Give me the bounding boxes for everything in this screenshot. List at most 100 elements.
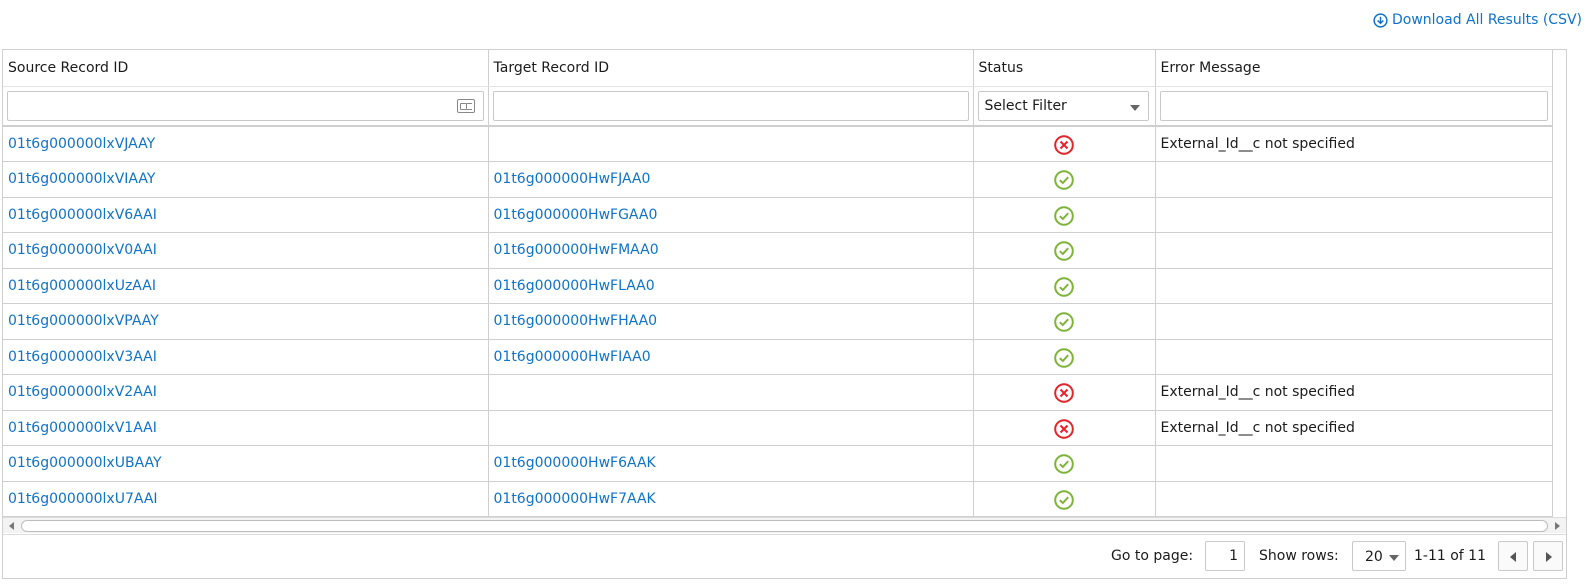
results-grid: Source Record ID Target Record ID Status… [2,49,1567,579]
table-row: 01t6g000000lxU7AAI 01t6g000000HwF7AAK [3,481,1553,517]
filter-cell-source [3,86,489,127]
error-x-circle-icon [1053,135,1075,155]
pagination-bar: Go to page: 1 Show rows: 20 1-11 of 11 [3,534,1566,578]
table-row: 01t6g000000lxV1AAI External_Id__c not spe… [3,410,1553,446]
error-x-circle-icon [1053,383,1075,404]
goto-page-label: Go to page: [1111,548,1194,564]
target-record-link[interactable]: 01t6g000000HwFGAA0 [488,197,974,233]
error-message-cell: External_Id__c not specified [1155,374,1553,411]
filter-row: Select Filter [3,86,1553,127]
status-cell [973,197,1156,233]
table-row: 01t6g000000lxV0AAI 01t6g000000HwFMAA0 [3,232,1553,269]
table-row: 01t6g000000lxV2AAI External_Id__c not spe… [3,374,1553,411]
table-row: 01t6g000000lxV6AAI 01t6g000000HwFGAA0 [3,197,1553,233]
chevron-down-icon [1389,555,1399,561]
target-record-cell [488,374,974,411]
target-record-link[interactable]: 01t6g000000HwFJAA0 [488,161,974,198]
source-record-link[interactable]: 01t6g000000lxV3AAI [3,339,489,375]
rows-per-page-select[interactable]: 20 [1352,541,1406,571]
target-record-link[interactable]: 01t6g000000HwFLAA0 [488,268,974,304]
target-record-link[interactable]: 01t6g000000HwFHAA0 [488,303,974,340]
record-range-text: 1-11 of 11 [1414,548,1486,564]
column-header-status[interactable]: Status [973,50,1156,87]
column-header-source[interactable]: Source Record ID [3,50,489,87]
error-filter-input[interactable] [1159,90,1548,121]
chevron-down-icon [1129,104,1140,111]
error-x-circle-icon [1053,418,1075,439]
target-record-link[interactable]: 01t6g000000HwF6AAK [488,445,974,482]
success-check-circle-icon [1053,276,1075,297]
table-row: 01t6g000000lxVIAAY 01t6g000000HwFJAA0 [3,161,1553,198]
success-check-circle-icon [1053,489,1075,510]
previous-page-button[interactable] [1498,541,1528,571]
error-message-cell [1155,339,1553,375]
target-record-link[interactable]: 01t6g000000HwFMAA0 [488,232,974,269]
status-cell [973,339,1156,375]
horizontal-scrollbar[interactable] [3,517,1566,533]
target-filter-input[interactable] [492,90,969,121]
success-check-circle-icon [1053,170,1075,191]
status-cell [973,268,1156,304]
page-number-input[interactable]: 1 [1205,541,1245,571]
download-csv-link[interactable]: Download All Results (CSV) [1373,12,1582,28]
source-filter-input[interactable] [7,90,484,121]
source-record-link[interactable]: 01t6g000000lxU7AAI [3,481,489,517]
error-message-cell [1155,232,1553,269]
error-message-cell [1155,268,1553,304]
source-record-link[interactable]: 01t6g000000lxV6AAI [3,197,489,233]
target-record-link[interactable]: 01t6g000000HwF7AAK [488,481,974,517]
download-label: Download All Results (CSV) [1391,12,1582,28]
success-check-circle-icon [1053,312,1075,333]
scroll-thumb[interactable] [21,520,1548,532]
error-message-cell [1155,161,1553,198]
vertical-scroll-gutter [1552,50,1566,517]
filter-cell-error [1155,86,1553,127]
error-message-cell: External_Id__c not specified [1155,126,1553,162]
filter-cell-status: Select Filter [973,86,1156,127]
error-message-cell [1155,481,1553,517]
status-cell [973,161,1156,198]
source-record-link[interactable]: 01t6g000000lxVIAAY [3,161,489,198]
column-header-target[interactable]: Target Record ID [488,50,974,87]
target-record-cell [488,126,974,162]
header-row: Source Record ID Target Record ID Status… [3,50,1553,87]
filter-cell-target [488,86,974,127]
status-filter-value: Select Filter [984,97,1067,114]
error-message-cell [1155,445,1553,482]
status-filter-select[interactable]: Select Filter [977,90,1149,121]
target-record-link[interactable]: 01t6g000000HwFIAA0 [488,339,974,375]
column-header-error[interactable]: Error Message [1155,50,1553,87]
success-check-circle-icon [1053,347,1075,368]
error-message-cell [1155,197,1553,233]
success-check-circle-icon [1053,241,1075,262]
next-page-button[interactable] [1533,541,1563,571]
status-cell [973,303,1156,340]
source-record-link[interactable]: 01t6g000000lxUBAAY [3,445,489,482]
table-row: 01t6g000000lxUBAAY 01t6g000000HwF6AAK [3,445,1553,482]
table-row: 01t6g000000lxUzAAI 01t6g000000HwFLAA0 [3,268,1553,304]
status-cell [973,481,1156,517]
status-cell [973,126,1156,162]
download-circle-icon [1373,12,1388,28]
table-row: 01t6g000000lxVPAAY 01t6g000000HwFHAA0 [3,303,1553,340]
status-cell [973,374,1156,411]
toolbar: Download All Results (CSV) [0,0,1592,49]
scroll-left-icon[interactable] [9,522,14,530]
status-cell [973,410,1156,446]
record-card-icon[interactable] [456,98,475,113]
show-rows-label: Show rows: [1259,548,1339,564]
source-record-link[interactable]: 01t6g000000lxV0AAI [3,232,489,269]
error-message-cell: External_Id__c not specified [1155,410,1553,446]
success-check-circle-icon [1053,205,1075,226]
source-record-link[interactable]: 01t6g000000lxV2AAI [3,374,489,411]
source-record-link[interactable]: 01t6g000000lxVJAAY [3,126,489,162]
rows-per-page-value: 20 [1365,549,1383,565]
scroll-right-icon[interactable] [1555,522,1560,530]
source-record-link[interactable]: 01t6g000000lxV1AAI [3,410,489,446]
source-record-link[interactable]: 01t6g000000lxVPAAY [3,303,489,340]
source-record-link[interactable]: 01t6g000000lxUzAAI [3,268,489,304]
results-table: Source Record ID Target Record ID Status… [3,50,1553,517]
table-row: 01t6g000000lxV3AAI 01t6g000000HwFIAA0 [3,339,1553,375]
table-row: 01t6g000000lxVJAAY External_Id__c not spe… [3,126,1553,162]
status-cell [973,445,1156,482]
